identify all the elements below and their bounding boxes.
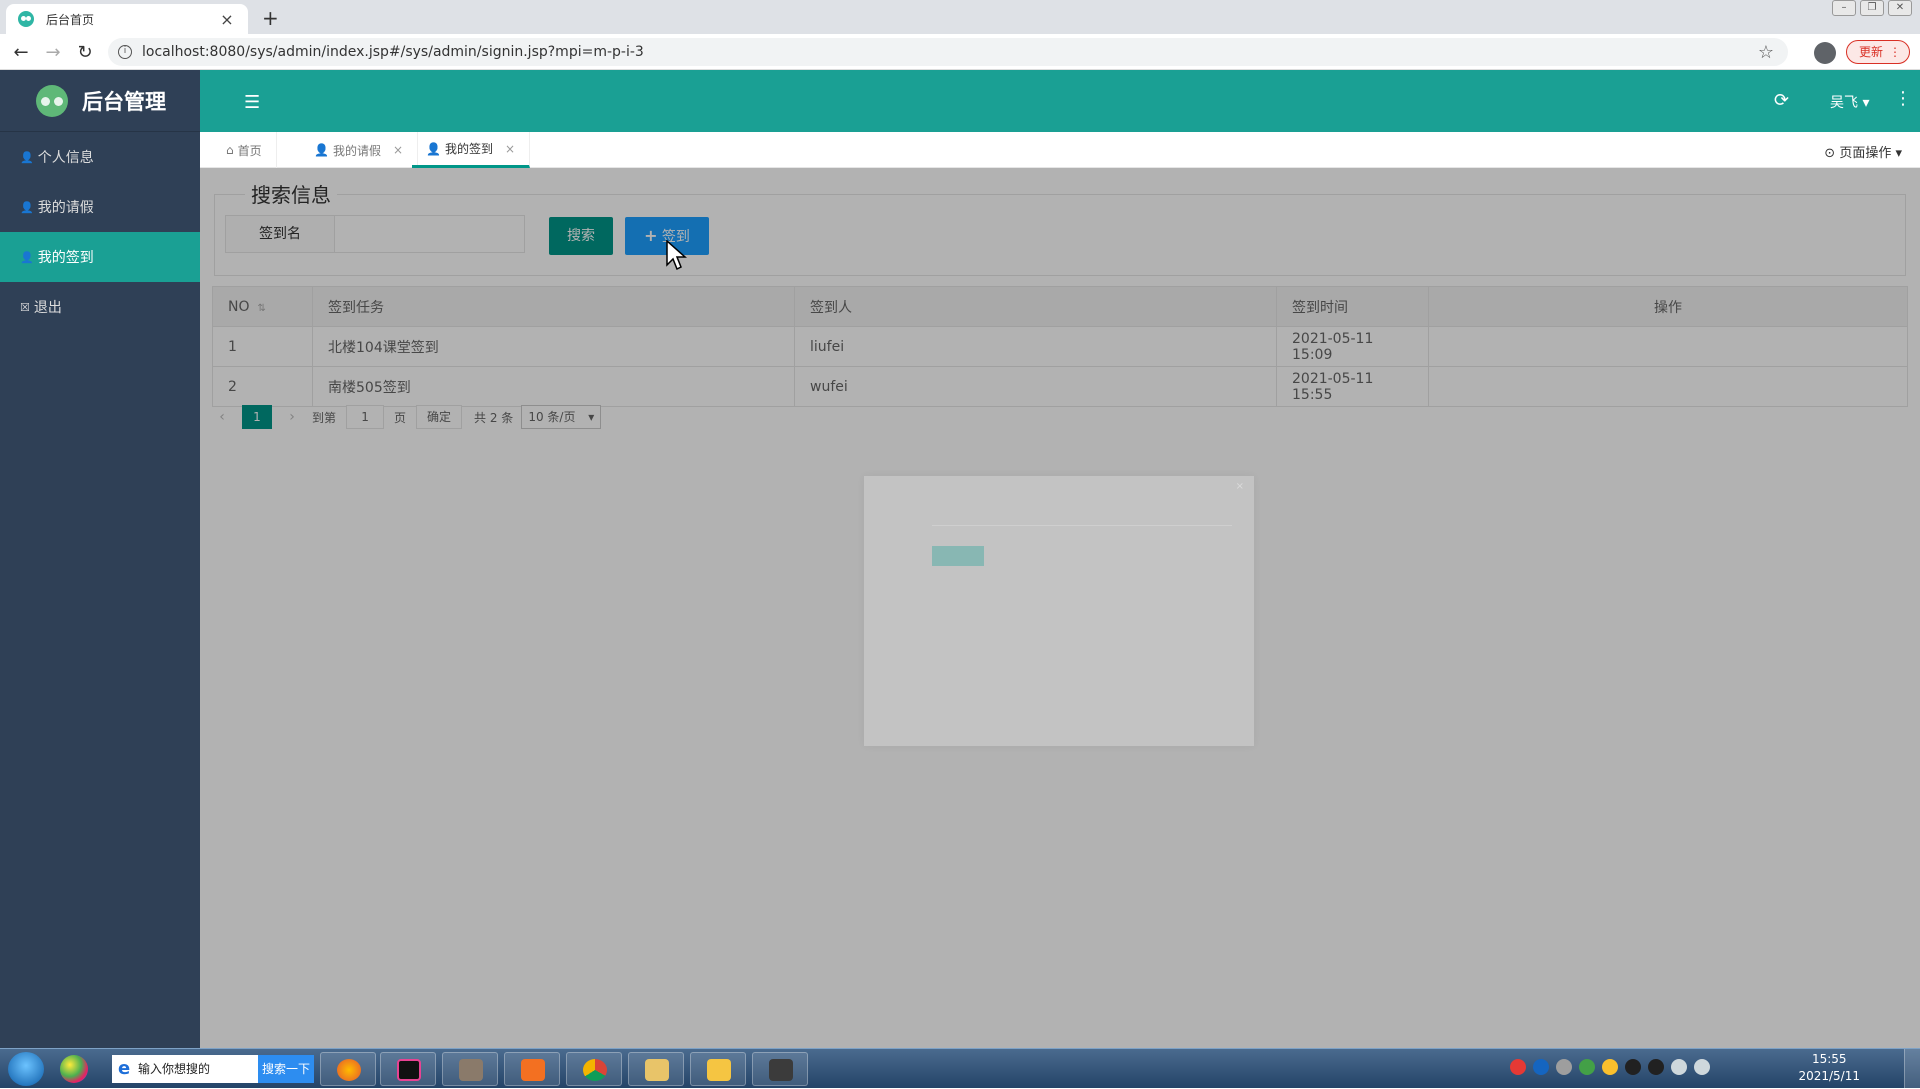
tab-label: 我的请假: [332, 143, 381, 158]
tab-my-leave[interactable]: 👤 我的请假 ×: [300, 132, 419, 168]
volume-icon[interactable]: [1671, 1059, 1687, 1075]
system-clock[interactable]: 15:55 2021/5/11: [1798, 1051, 1860, 1085]
close-tab-icon[interactable]: ×: [218, 10, 236, 29]
help-icon[interactable]: [1533, 1059, 1549, 1075]
mouse-cursor-icon: [666, 240, 687, 271]
close-box-icon: ☒: [20, 300, 30, 314]
sidebar: 后台管理 👤 个人信息 👤 我的请假 👤 我的签到 ☒ 退出: [0, 70, 200, 1048]
taskbar-search-input[interactable]: e 输入你想搜的: [112, 1055, 258, 1083]
forward-icon[interactable]: →: [42, 42, 64, 63]
minimize-icon[interactable]: –: [1832, 0, 1856, 16]
sidebar-item-my-leave[interactable]: 👤 我的请假: [0, 182, 200, 232]
user-icon: 👤: [426, 141, 441, 156]
logo-icon: [36, 84, 68, 117]
menu-toggle-icon[interactable]: ☰: [244, 92, 260, 113]
sidebar-item-label: 个人信息: [37, 150, 94, 166]
close-window-icon[interactable]: ✕: [1888, 0, 1912, 16]
browser-tab-title: 后台首页: [46, 12, 95, 27]
user-icon: 👤: [20, 200, 34, 214]
sidebar-item-label: 我的请假: [37, 200, 94, 216]
sidebar-item-label: 我的签到: [37, 250, 94, 266]
tray-icon[interactable]: [1556, 1059, 1572, 1075]
qq-icon[interactable]: [1648, 1059, 1664, 1075]
home-icon: ⌂: [226, 143, 234, 157]
more-vertical-icon[interactable]: ⋮: [1894, 88, 1912, 109]
refresh-icon[interactable]: ⟳: [1774, 90, 1789, 111]
dialog-submit-button[interactable]: [932, 546, 984, 566]
start-button[interactable]: [8, 1052, 44, 1086]
folder-icon[interactable]: [690, 1052, 746, 1086]
close-icon[interactable]: ×: [393, 143, 403, 157]
settings-app-icon[interactable]: [504, 1052, 560, 1086]
signin-dialog: ×: [864, 476, 1254, 746]
show-desktop-button[interactable]: [1904, 1049, 1920, 1089]
bookmark-star-icon[interactable]: ☆: [1758, 42, 1774, 63]
qq-icon[interactable]: [1625, 1059, 1641, 1075]
file-explorer-icon[interactable]: [628, 1052, 684, 1086]
dialog-input[interactable]: [932, 508, 1232, 526]
user-icon: 👤: [20, 150, 34, 164]
profile-avatar-icon[interactable]: [1814, 42, 1836, 64]
caret-down-icon: ▾: [1895, 146, 1902, 161]
close-icon[interactable]: ×: [1236, 481, 1244, 492]
address-bar: ← → ↻ i localhost:8080/sys/admin/index.j…: [0, 34, 1920, 70]
clock-date: 2021/5/11: [1798, 1069, 1860, 1083]
url-text: localhost:8080/sys/admin/index.jsp#/sys/…: [142, 44, 644, 60]
sidebar-item-logout[interactable]: ☒ 退出: [0, 282, 200, 332]
firefox-icon[interactable]: [320, 1052, 376, 1086]
user-name: 吴飞: [1830, 95, 1858, 111]
os-taskbar: e 输入你想搜的 搜索一下 15:55 2021/5/11: [0, 1048, 1920, 1089]
intellij-icon[interactable]: [380, 1052, 436, 1086]
quick-launch-icon[interactable]: [60, 1055, 88, 1083]
ie-icon: e: [118, 1058, 131, 1079]
user-icon: 👤: [20, 250, 34, 264]
chrome-icon[interactable]: [566, 1052, 622, 1086]
logo[interactable]: 后台管理: [0, 70, 200, 132]
more-vertical-icon: ⋮: [1889, 45, 1901, 59]
tab-label: 首页: [237, 143, 262, 158]
tab-my-signin[interactable]: 👤 我的签到 ×: [412, 132, 531, 168]
user-menu[interactable]: 吴飞 ▾: [1830, 92, 1869, 112]
battery-icon[interactable]: [1579, 1059, 1595, 1075]
app-icon[interactable]: [442, 1052, 498, 1086]
update-button[interactable]: 更新 ⋮: [1846, 40, 1910, 64]
top-header: ☰ ⟳ 吴飞 ▾ ⋮: [200, 70, 1920, 132]
tab-home[interactable]: ⌂ 首页: [212, 132, 277, 168]
caret-down-icon: ▾: [1862, 95, 1870, 111]
sidebar-item-personal-info[interactable]: 👤 个人信息: [0, 132, 200, 182]
app-title: 后台管理: [82, 89, 166, 114]
page-operations-menu[interactable]: ⊙ 页面操作 ▾: [1824, 142, 1902, 161]
page-tabs: ⌂ 首页 👤 我的请假 × 👤 我的签到 × ⊙ 页面操作 ▾: [200, 132, 1920, 168]
update-label: 更新: [1859, 45, 1884, 59]
network-icon[interactable]: [1694, 1059, 1710, 1075]
new-tab-button[interactable]: +: [262, 6, 279, 30]
back-icon[interactable]: ←: [10, 42, 32, 63]
url-field[interactable]: i localhost:8080/sys/admin/index.jsp#/sy…: [108, 38, 1788, 66]
browser-tab[interactable]: 后台首页 ×: [6, 4, 248, 34]
browser-tab-bar: 后台首页 × + – ❐ ✕: [0, 0, 1920, 34]
tab-label: 我的签到: [444, 142, 493, 156]
close-icon[interactable]: ×: [505, 142, 515, 156]
sidebar-item-my-signin[interactable]: 👤 我的签到: [0, 232, 200, 282]
target-icon: ⊙: [1824, 146, 1836, 161]
page-ops-label: 页面操作: [1839, 146, 1892, 161]
terminal-icon[interactable]: [752, 1052, 808, 1086]
info-icon[interactable]: i: [118, 45, 132, 59]
user-icon: 👤: [314, 143, 329, 157]
tray-app-icon[interactable]: [1602, 1059, 1618, 1075]
input-method-icon[interactable]: [1510, 1059, 1526, 1075]
sidebar-item-label: 退出: [33, 300, 62, 316]
window-controls: – ❐ ✕: [1832, 0, 1912, 16]
favicon-icon: [18, 11, 34, 27]
reload-icon[interactable]: ↻: [74, 42, 96, 63]
taskbar-search-placeholder: 输入你想搜的: [138, 1062, 211, 1076]
modal-overlay[interactable]: ×: [200, 168, 1920, 1048]
taskbar-search-button[interactable]: 搜索一下: [258, 1055, 314, 1083]
system-tray: [1510, 1059, 1710, 1075]
restore-icon[interactable]: ❐: [1860, 0, 1884, 16]
clock-time: 15:55: [1811, 1052, 1847, 1066]
